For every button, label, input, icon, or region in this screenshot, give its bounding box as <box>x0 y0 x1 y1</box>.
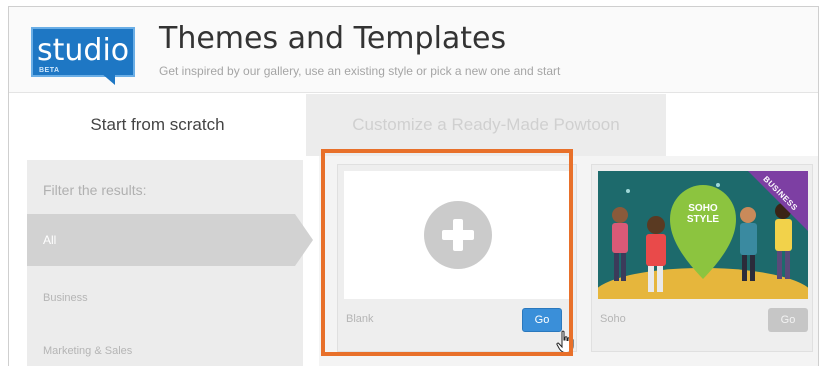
highlight-box <box>321 149 573 356</box>
template-name-soho: Soho <box>600 313 626 325</box>
sidebar-item-all[interactable]: All <box>27 214 295 266</box>
tab-start-from-scratch[interactable]: Start from scratch <box>9 94 306 156</box>
page-title: Themes and Templates <box>159 21 507 56</box>
sidebar-item-business[interactable]: Business <box>43 292 88 304</box>
page-subtitle: Get inspired by our gallery, use an exis… <box>159 64 561 78</box>
filter-label: Filter the results: <box>43 182 147 198</box>
logo-text: studio <box>37 33 130 68</box>
template-card-soho[interactable]: SOHO STYLE BUSINESS Soho Go <box>591 164 813 352</box>
soho-preview[interactable]: SOHO STYLE BUSINESS <box>598 171 808 299</box>
studio-logo[interactable]: studio BETA <box>31 27 135 85</box>
tab-customize-label: Customize a Ready-Made Powtoon <box>306 94 666 156</box>
logo-beta-badge: BETA <box>39 67 60 74</box>
tab-customize-ready-made[interactable]: Customize a Ready-Made Powtoon <box>306 94 818 156</box>
selected-arrow-indicator <box>295 214 313 266</box>
soho-style-title: SOHO STYLE <box>686 203 720 225</box>
sidebar-item-marketing-sales[interactable]: Marketing & Sales <box>43 345 132 357</box>
header: studio BETA Themes and Templates Get ins… <box>9 7 818 93</box>
logo-speech-tail <box>101 73 115 85</box>
filter-sidebar: Filter the results: All Business Marketi… <box>27 160 313 366</box>
go-button-soho[interactable]: Go <box>768 308 808 332</box>
